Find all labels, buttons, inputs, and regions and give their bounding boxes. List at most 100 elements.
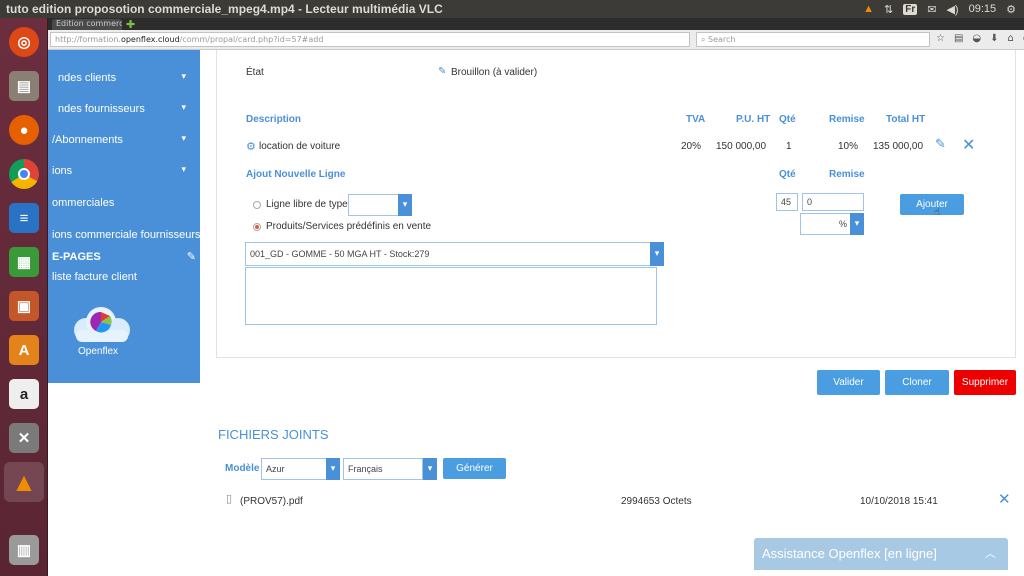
file-cabinet-icon: ▤ <box>9 71 39 101</box>
free-line-radio[interactable] <box>253 201 261 209</box>
support-chat-widget[interactable]: Assistance Openflex [en ligne] ︿ <box>754 538 1008 570</box>
calc-launcher[interactable]: ▦ <box>4 242 44 282</box>
impress-presentation-icon: ▣ <box>9 291 39 321</box>
state-label: État <box>246 67 264 78</box>
browser-search-input[interactable]: ⌕ Search <box>696 32 930 47</box>
new-line-discount-input[interactable]: 0 <box>802 193 864 211</box>
reading-list-icon[interactable]: ▤ <box>954 33 963 44</box>
files-launcher[interactable]: ▤ <box>4 66 44 106</box>
amazon-icon: a <box>9 379 39 409</box>
col-header-discount: Remise <box>829 114 865 125</box>
menu-item-label: ndes fournisseurs <box>58 103 145 115</box>
system-settings-launcher[interactable]: ✕ <box>4 418 44 458</box>
line-description-textarea[interactable] <box>245 267 657 325</box>
attachments-title: FICHIERS JOINTS <box>218 427 329 442</box>
browser-tab[interactable]: Edition commerce... <box>52 19 122 30</box>
language-select[interactable]: Français <box>343 458 423 480</box>
firefox-icon: ● <box>9 115 39 145</box>
settings-gear-icon[interactable]: ⚙ <box>1006 3 1016 16</box>
menu-item-label: liste facture client <box>52 271 137 283</box>
model-select[interactable]: Azur <box>261 458 327 480</box>
col-header-unit-price: P.U. HT <box>736 114 771 125</box>
product-select[interactable]: 001_GD - GOMME - 50 MGA HT - Stock:279 <box>245 242 651 266</box>
menu-item-label: ommerciales <box>52 197 115 209</box>
ubuntu-logo-icon: ◎ <box>9 27 39 57</box>
free-line-type-select[interactable] <box>348 194 400 216</box>
pocket-icon[interactable]: ◒ <box>972 33 981 44</box>
vlc-tray-icon[interactable]: ▲ <box>863 3 874 15</box>
url-domain: openflex.cloud <box>120 35 180 44</box>
window-title: tuto edition proposotion commerciale_mpe… <box>6 2 443 16</box>
writer-document-icon: ≡ <box>9 203 39 233</box>
openflex-cloud-logo <box>74 307 130 342</box>
line-vat: 20% <box>681 141 702 152</box>
delete-button[interactable]: Supprimer <box>954 370 1016 395</box>
predefined-product-radio[interactable] <box>253 223 261 231</box>
line-description: location de voiture <box>259 141 341 152</box>
download-icon[interactable]: ⬇ <box>990 33 998 44</box>
system-tray: ▲ ⇅ Fr ✉ ◀) 09:15 ⚙ <box>863 3 1024 16</box>
chevron-down-icon: ▾ <box>181 164 186 174</box>
mail-icon[interactable]: ✉ <box>927 3 936 16</box>
menu-item-commandes-clients[interactable]: ndes clients ▾ <box>48 69 200 89</box>
discount-unit-select[interactable]: % <box>800 213 852 235</box>
draft-status-icon: ✎ <box>438 66 447 77</box>
home-icon[interactable]: ⌂ <box>1008 33 1014 44</box>
keyboard-layout-indicator[interactable]: Fr <box>903 3 918 15</box>
menu-item-propositions-commerciales[interactable]: ommerciales <box>48 194 200 214</box>
predefined-product-label: Produits/Services prédéfinis en vente <box>266 221 432 232</box>
bookmark-star-icon[interactable]: ☆ <box>936 33 945 44</box>
menu-item-propositions-fournisseurs[interactable]: ions commerciale fournisseurs <box>48 226 201 246</box>
writer-launcher[interactable]: ≡ <box>4 198 44 238</box>
col-header-qty: Qté <box>779 114 796 125</box>
delete-line-icon[interactable]: ✕ <box>962 135 975 154</box>
chevron-down-icon[interactable]: ▾ <box>850 213 864 235</box>
menu-item-label: ndes clients <box>58 72 117 84</box>
clock[interactable]: 09:15 <box>969 3 997 15</box>
file-name-link[interactable]: (PROV57).pdf <box>240 496 303 507</box>
software-center-launcher[interactable]: A <box>4 330 44 370</box>
impress-launcher[interactable]: ▣ <box>4 286 44 326</box>
chevron-down-icon[interactable]: ▾ <box>423 458 437 480</box>
menu-item-interventions[interactable]: ions ▾ <box>48 162 200 182</box>
app-side-menu: ndes clients ▾ ndes fournisseurs ▾ /Abonne… <box>48 50 201 383</box>
chevron-down-icon[interactable]: ▾ <box>326 458 340 480</box>
edit-pencil-icon[interactable]: ✎ <box>935 137 946 152</box>
pdf-file-icon: ▯ <box>226 492 233 505</box>
generate-button[interactable]: Générer <box>443 458 506 479</box>
menu-item-liste-facture-client[interactable]: liste facture client <box>48 268 200 288</box>
chevron-down-icon[interactable]: ▾ <box>398 194 412 216</box>
browser-tab-bar: Edition commerce... ✚ <box>48 18 1024 31</box>
vlc-launcher[interactable]: ▲ <box>4 462 44 502</box>
menu-item-commandes-fournisseurs[interactable]: ndes fournisseurs ▾ <box>48 100 200 120</box>
ubuntu-dash-button[interactable]: ◎ <box>4 22 44 62</box>
chrome-icon <box>9 159 39 189</box>
unity-launcher: ◎ ▤ ● ≡ ▦ ▣ A a ✕ ▲ ▥ <box>0 18 48 576</box>
firefox-launcher[interactable]: ● <box>4 110 44 150</box>
delete-file-icon[interactable]: ✕ <box>998 490 1011 508</box>
add-line-button[interactable]: Ajouter <box>900 194 964 215</box>
trash-launcher[interactable]: ▥ <box>4 530 44 570</box>
menu-item-abonnements[interactable]: /Abonnements ▾ <box>48 131 200 151</box>
menu-item-label: ions commerciale fournisseurs <box>52 229 201 241</box>
chevron-down-icon[interactable]: ▾ <box>650 242 664 266</box>
volume-icon[interactable]: ◀) <box>946 3 958 16</box>
amazon-launcher[interactable]: a <box>4 374 44 414</box>
chevron-down-icon: ▾ <box>181 102 186 112</box>
clone-button[interactable]: Cloner <box>885 370 949 395</box>
calc-spreadsheet-icon: ▦ <box>9 247 39 277</box>
service-icon: ⚙ <box>246 141 256 153</box>
menu-item-e-pages[interactable]: E-PAGES ✎ <box>48 248 200 268</box>
line-discount: 10% <box>838 141 859 152</box>
validate-button[interactable]: Valider <box>817 370 880 395</box>
new-line-qty-input[interactable]: 45 <box>776 193 798 211</box>
free-line-label: Ligne libre de type <box>266 199 348 210</box>
chrome-launcher[interactable] <box>4 154 44 194</box>
settings-tools-icon: ✕ <box>9 423 39 453</box>
url-path: /comm/propal/card.php?id=57#add <box>179 35 324 44</box>
chevron-up-icon[interactable]: ︿ <box>985 545 996 561</box>
network-icon[interactable]: ⇅ <box>884 3 893 16</box>
chevron-down-icon: ▾ <box>181 133 186 143</box>
menu-item-label: /Abonnements <box>52 134 123 146</box>
url-bar[interactable]: http://formation.openflex.cloud/comm/pro… <box>50 32 690 47</box>
